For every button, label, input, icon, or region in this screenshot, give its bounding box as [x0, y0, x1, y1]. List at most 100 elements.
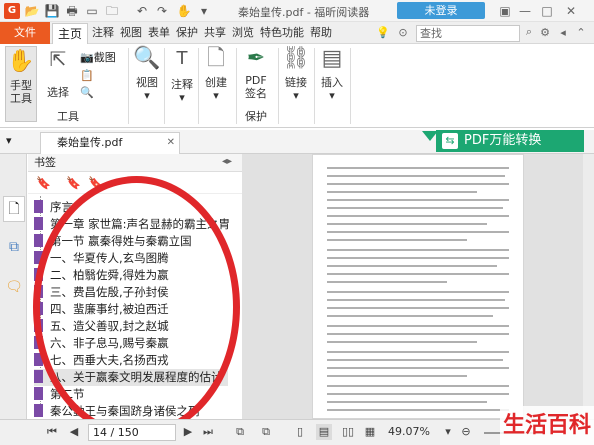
select-button[interactable]: ⇱ 选择: [42, 48, 74, 108]
prev-page-icon[interactable]: ◀: [66, 424, 82, 440]
tab-home[interactable]: 主页: [52, 23, 88, 45]
continuous-page-icon[interactable]: ▤: [316, 424, 332, 440]
annotate-dropdown-icon: ▾: [179, 91, 185, 104]
bookmark-flag-icon: [34, 370, 43, 383]
hand-label-2: 工具: [10, 92, 32, 105]
tab-browse[interactable]: 浏览: [232, 22, 254, 44]
divider: [128, 48, 129, 124]
panel-splitter: [242, 154, 310, 419]
hand-label-1: 手型: [10, 79, 32, 92]
text-line: [327, 367, 509, 369]
text-line: [327, 333, 509, 335]
first-page-icon[interactable]: ⏮: [44, 424, 60, 440]
minimize-icon[interactable]: —: [516, 3, 534, 19]
divider: [314, 48, 315, 124]
settings-icon[interactable]: ⚙: [538, 25, 552, 41]
text-line: [327, 393, 509, 395]
text-line: [327, 199, 509, 201]
window-title: 秦始皇传.pdf - 福昕阅读器: [238, 6, 370, 19]
text-line: [327, 167, 509, 169]
create-label: 创建: [205, 76, 227, 89]
tab-annotate[interactable]: 注释: [92, 22, 114, 44]
tab-view[interactable]: 视图: [120, 22, 142, 44]
text-line: [327, 207, 503, 209]
bookmark-expand-icon[interactable]: 🔖: [66, 176, 81, 192]
back-icon[interactable]: ◂: [556, 25, 570, 41]
text-line: [327, 231, 509, 233]
insert-page-icon: ▤: [321, 46, 343, 71]
ribbon-collapse-icon[interactable]: ⌃: [574, 25, 588, 41]
file-menu[interactable]: 文件: [0, 22, 50, 44]
text-line: [327, 401, 487, 403]
bookmark-flag-icon: [34, 404, 43, 417]
new-icon[interactable]: ▭: [84, 3, 100, 19]
clipboard-icon[interactable]: 📋: [80, 69, 94, 83]
tab-form[interactable]: 表单: [148, 22, 170, 44]
single-page-icon[interactable]: ▯: [292, 424, 308, 440]
facing-page-icon[interactable]: ▯▯: [340, 424, 356, 440]
next-page-icon[interactable]: ▶: [180, 424, 196, 440]
annotate-button[interactable]: T 注释 ▾: [168, 48, 196, 108]
forward-view-icon[interactable]: ⧉: [258, 424, 274, 440]
create-button[interactable]: 🗋 创建 ▾: [202, 48, 230, 108]
login-button[interactable]: 未登录: [397, 2, 485, 19]
zoom-dropdown-icon[interactable]: ▾: [440, 424, 456, 440]
redo-icon[interactable]: ↷: [154, 3, 170, 19]
open-icon[interactable]: 📂: [24, 3, 40, 19]
back-view-icon[interactable]: ⧉: [232, 424, 248, 440]
tab-close-icon[interactable]: ✕: [167, 133, 175, 153]
folder-icon[interactable]: 🗀: [104, 3, 120, 19]
bookmark-panel-icon[interactable]: 🗋: [3, 196, 25, 222]
pdf-sign-button[interactable]: ✒ PDF 签名: [240, 48, 272, 108]
screenshot-button[interactable]: 📷截图: [80, 50, 128, 66]
annotate-label: 注释: [171, 78, 193, 91]
text-line: [327, 239, 467, 241]
pdf-sign-label-1: PDF: [245, 74, 267, 87]
magnifier-icon: 🔍: [133, 46, 161, 71]
panel-options-icon[interactable]: ◂▸: [222, 156, 232, 167]
create-dropdown-icon: ▾: [213, 89, 219, 102]
pages-panel-icon[interactable]: ⧉: [3, 236, 25, 258]
bookmark-flag-icon: [34, 200, 43, 213]
zoom-tool-icon[interactable]: 🔍: [80, 86, 94, 100]
divider: [236, 48, 237, 124]
pdf-page: [312, 154, 524, 419]
pdf-sign-label-2: 签名: [245, 87, 267, 100]
pdf-convert-banner[interactable]: ⇆ PDF万能转换: [436, 130, 584, 152]
comments-panel-icon[interactable]: 🗨: [3, 276, 25, 298]
cover-page-icon[interactable]: ▦: [362, 424, 378, 440]
print-icon[interactable]: 🖶: [64, 3, 80, 19]
link-button[interactable]: ⛓ 链接 ▾: [282, 48, 310, 108]
toggle-icon[interactable]: ⊙: [396, 25, 410, 41]
quick-dropdown-icon[interactable]: ▾: [196, 3, 212, 19]
text-line: [327, 385, 509, 387]
save-icon[interactable]: 💾: [44, 3, 60, 19]
bookmark-add-icon[interactable]: 🔖: [36, 176, 51, 192]
insert-dropdown-icon: ▾: [329, 89, 335, 102]
camera-icon: 📷: [80, 51, 94, 64]
hand-tool-button[interactable]: ✋ 手型 工具: [5, 46, 37, 122]
watermark-logo: 生活百科: [500, 406, 594, 445]
tab-share[interactable]: 共享: [204, 22, 226, 44]
lightbulb-icon[interactable]: 💡: [376, 25, 390, 41]
tab-list-icon[interactable]: ▾: [6, 134, 20, 150]
hand-quick-icon[interactable]: ✋: [176, 3, 192, 19]
document-tab[interactable]: 秦始皇传.pdf ✕: [40, 132, 180, 154]
view-button[interactable]: 🔍 视图 ▾: [132, 48, 162, 108]
skin-icon[interactable]: ▣: [496, 3, 514, 19]
last-page-icon[interactable]: ⏭: [200, 424, 216, 440]
insert-button[interactable]: ▤ 插入 ▾: [318, 48, 346, 108]
undo-icon[interactable]: ↶: [134, 3, 150, 19]
search-icon[interactable]: ⌕: [522, 25, 536, 41]
banner-text: PDF万能转换: [464, 133, 542, 148]
insert-label: 插入: [321, 76, 343, 89]
page-number-input[interactable]: 14 / 150: [88, 424, 176, 441]
tab-protect[interactable]: 保护: [176, 22, 198, 44]
tab-help[interactable]: 帮助: [310, 22, 332, 44]
tab-features[interactable]: 特色功能: [260, 22, 304, 44]
close-icon[interactable]: ✕: [562, 3, 580, 19]
maximize-icon[interactable]: □: [538, 3, 556, 19]
search-input[interactable]: 查找: [416, 25, 520, 42]
vertical-scrollbar[interactable]: [583, 154, 594, 419]
zoom-out-icon[interactable]: ⊖: [458, 424, 474, 440]
